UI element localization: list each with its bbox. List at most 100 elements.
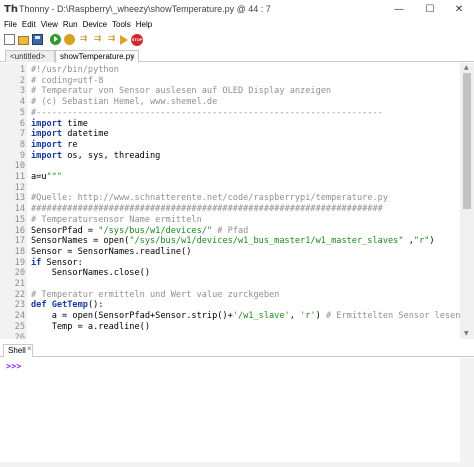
code-text: # Temperatur ermitteln und Wert value zu…: [31, 290, 279, 301]
code-text: # (c) Sebastian Hemel, www.shemel.de: [31, 97, 217, 108]
code-token: import: [31, 129, 63, 140]
code-token: # Temperatur ermitteln und Wert value zu…: [31, 289, 280, 300]
open-file-icon[interactable]: [18, 36, 29, 45]
run-script-icon[interactable]: [50, 34, 61, 45]
code-line[interactable]: 15 # Temperatursensor Name ermitteln: [0, 215, 460, 226]
code-line[interactable]: 22 # Temperatur ermitteln und Wert value …: [0, 290, 460, 301]
toolbar: ⇉ ⇉ ⇉ STOP: [0, 32, 474, 47]
code-token: import: [31, 139, 63, 150]
code-token: "/sys/bus/w1/devices/w1_bus_master1/w1_m…: [129, 236, 404, 247]
code-line[interactable]: 5 #--------------------------------------…: [0, 108, 460, 119]
minimize-icon: —: [394, 4, 404, 15]
code-token: ,: [289, 311, 301, 322]
menu-run[interactable]: Run: [63, 19, 78, 32]
code-token: "/sys/bus/w1/devices/": [98, 225, 213, 236]
minimize-button[interactable]: —: [384, 0, 414, 19]
code-line[interactable]: 10: [0, 161, 460, 172]
save-file-icon[interactable]: [32, 34, 43, 45]
code-line[interactable]: 13 #Quelle: http://www.schnatterente.net/…: [0, 193, 460, 204]
code-text: def GetTemp():: [31, 300, 103, 311]
code-token: ():: [87, 300, 104, 311]
line-number: 7: [19, 129, 25, 140]
code-token: datetime: [62, 129, 109, 140]
code-line[interactable]: 16 SensorPfad = "/sys/bus/w1/devices/" # …: [0, 226, 460, 237]
shell-console[interactable]: >>>: [0, 358, 474, 462]
debug-script-icon[interactable]: [64, 34, 75, 45]
step-out-icon[interactable]: ⇉: [106, 34, 117, 45]
menu-edit[interactable]: Edit: [22, 19, 36, 32]
shell-prompt: >>>: [6, 362, 22, 372]
code-line[interactable]: 4 # (c) Sebastian Hemel, www.shemel.de: [0, 97, 460, 108]
menu-file[interactable]: File: [4, 19, 17, 32]
close-shell-tab-icon[interactable]: ×: [27, 344, 32, 353]
code-token: # coding=utf-8: [31, 75, 104, 86]
close-window-button[interactable]: ✕: [444, 0, 474, 19]
tab-untitled[interactable]: <untitled>: [5, 50, 55, 62]
code-line[interactable]: 11 a=u"°": [0, 172, 460, 183]
code-token: # Temperatursensor Name ermitteln: [31, 214, 202, 225]
thonny-app-icon: Th: [4, 4, 18, 15]
close-tab-icon[interactable]: ×: [130, 51, 135, 62]
menu-help[interactable]: Help: [136, 19, 152, 32]
code-line[interactable]: 21: [0, 279, 460, 290]
scroll-down-icon[interactable]: ▼: [464, 330, 469, 337]
menu-device[interactable]: Device: [83, 19, 107, 32]
code-text: Sensor = SensorNames.readline(): [31, 247, 191, 258]
line-number: 25: [14, 321, 25, 332]
menu-tools[interactable]: Tools: [112, 19, 131, 32]
maximize-icon: ☐: [425, 4, 435, 15]
code-line[interactable]: 24 a = open(SensorPfad+Sensor.strip()+'/…: [0, 311, 461, 322]
code-token: if: [31, 257, 42, 268]
resume-icon[interactable]: [120, 35, 128, 45]
editor-vertical-scrollbar[interactable]: ▲ ▼: [460, 63, 474, 339]
line-number: 22: [14, 289, 25, 300]
line-number: 10: [14, 161, 25, 172]
code-line[interactable]: 19 if Sensor:: [0, 258, 460, 269]
code-line[interactable]: 3 # Temperatur von Sensor auslesen auf OL…: [0, 86, 460, 97]
stop-icon[interactable]: STOP: [131, 33, 143, 46]
line-number: 4: [19, 97, 25, 108]
code-line[interactable]: 6 import time: [0, 119, 460, 130]
line-number: 13: [14, 193, 25, 204]
code-line[interactable]: 25 Temp = a.readline(): [0, 322, 460, 333]
code-line[interactable]: 23 def GetTemp():: [0, 300, 460, 311]
code-line[interactable]: 14 ######################################…: [0, 204, 460, 215]
code-line[interactable]: 12: [0, 183, 460, 194]
menu-view[interactable]: View: [41, 19, 58, 32]
code-text: a = open(SensorPfad+Sensor.strip()+'/w1_…: [31, 311, 461, 322]
line-number: 5: [19, 107, 25, 118]
code-line[interactable]: 1 #!/usr/bin/python: [0, 65, 460, 76]
code-token: ########################################…: [31, 204, 383, 215]
code-line[interactable]: 9 import os, sys, threading: [0, 151, 460, 162]
tab-showtemperature[interactable]: showTemperature.py ×: [55, 50, 139, 63]
code-line[interactable]: 7 import datetime: [0, 129, 460, 140]
step-into-icon[interactable]: ⇉: [92, 34, 103, 45]
code-line[interactable]: 26: [0, 333, 460, 340]
code-text: a=u"°": [31, 172, 62, 183]
shell-tab-bar: Shell ×: [0, 343, 474, 357]
code-token: a=u: [31, 172, 47, 182]
code-line[interactable]: 20 SensorNames.close(): [0, 268, 460, 279]
code-text: if Sensor:: [31, 258, 83, 269]
code-line[interactable]: 8 import re: [0, 140, 460, 151]
tab-label: <untitled>: [10, 52, 46, 61]
new-file-icon[interactable]: [4, 34, 15, 45]
code-line[interactable]: 2 # coding=utf-8: [0, 76, 460, 87]
step-over-icon[interactable]: ⇉: [78, 34, 89, 45]
line-number: 19: [14, 257, 25, 268]
editor-scrollbar-thumb[interactable]: [463, 73, 471, 209]
maximize-button[interactable]: ☐: [415, 0, 445, 19]
code-text: # Temperatur von Sensor auslesen auf OLE…: [31, 86, 331, 97]
code-editor[interactable]: 1 #!/usr/bin/python 2 # coding=utf-8 3 # Temp…: [0, 63, 474, 339]
code-text: #Quelle: http://www.schnatterente.net/co…: [31, 193, 388, 204]
code-token: re: [62, 139, 78, 150]
scroll-up-icon[interactable]: ▲: [464, 64, 469, 71]
code-token: # Temperatur von Sensor auslesen auf OLE…: [31, 86, 332, 97]
shell-vertical-scrollbar[interactable]: [460, 358, 474, 462]
code-line[interactable]: 18 Sensor = SensorNames.readline(): [0, 247, 460, 258]
code-token: 'r': [300, 311, 316, 322]
code-token: def: [31, 300, 47, 311]
code-line[interactable]: 17 SensorNames = open("/sys/bus/w1/device…: [0, 236, 460, 247]
code-text: SensorNames = open("/sys/bus/w1/devices/…: [31, 236, 435, 247]
code-token: import: [31, 150, 63, 161]
